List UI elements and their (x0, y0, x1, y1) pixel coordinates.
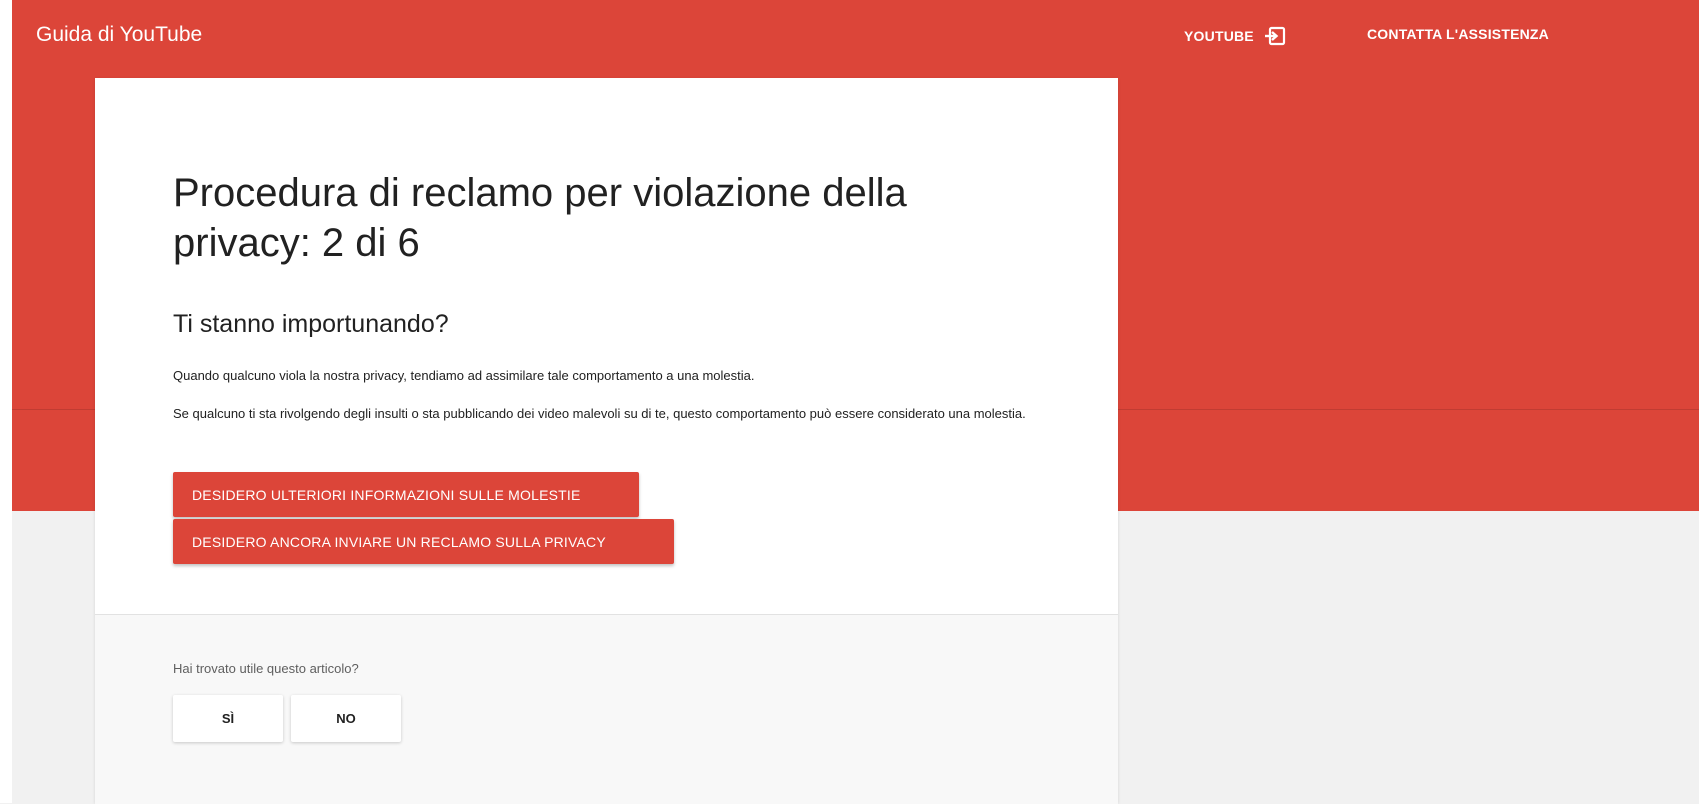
left-edge-strip (0, 0, 12, 803)
contact-support-link[interactable]: CONTATTA L'ASSISTENZA (1367, 26, 1549, 42)
harassment-info-button[interactable]: DESIDERO ULTERIORI INFORMAZIONI SULLE MO… (173, 472, 639, 517)
youtube-link[interactable]: YOUTUBE (1184, 26, 1286, 46)
article-body: Procedura di reclamo per violazione dell… (95, 78, 1118, 614)
article-card: Procedura di reclamo per violazione dell… (95, 78, 1118, 804)
page-title: Procedura di reclamo per violazione dell… (173, 171, 907, 265)
submit-privacy-complaint-button[interactable]: DESIDERO ANCORA INVIARE UN RECLAMO SULLA… (173, 519, 674, 564)
feedback-yes-button[interactable]: SÌ (173, 695, 283, 742)
exit-icon (1264, 26, 1285, 46)
youtube-link-label: YOUTUBE (1184, 28, 1254, 44)
section-heading: Ti stanno importunando? (173, 310, 449, 338)
help-center-title[interactable]: Guida di YouTube (36, 23, 202, 47)
paragraph-insults-videos: Se qualcuno ti sta rivolgendo degli insu… (173, 406, 1026, 421)
feedback-question: Hai trovato utile questo articolo? (173, 661, 359, 676)
paragraph-privacy-harassment: Quando qualcuno viola la nostra privacy,… (173, 368, 755, 383)
feedback-section: Hai trovato utile questo articolo? SÌ NO (95, 614, 1118, 804)
feedback-no-button[interactable]: NO (291, 695, 401, 742)
